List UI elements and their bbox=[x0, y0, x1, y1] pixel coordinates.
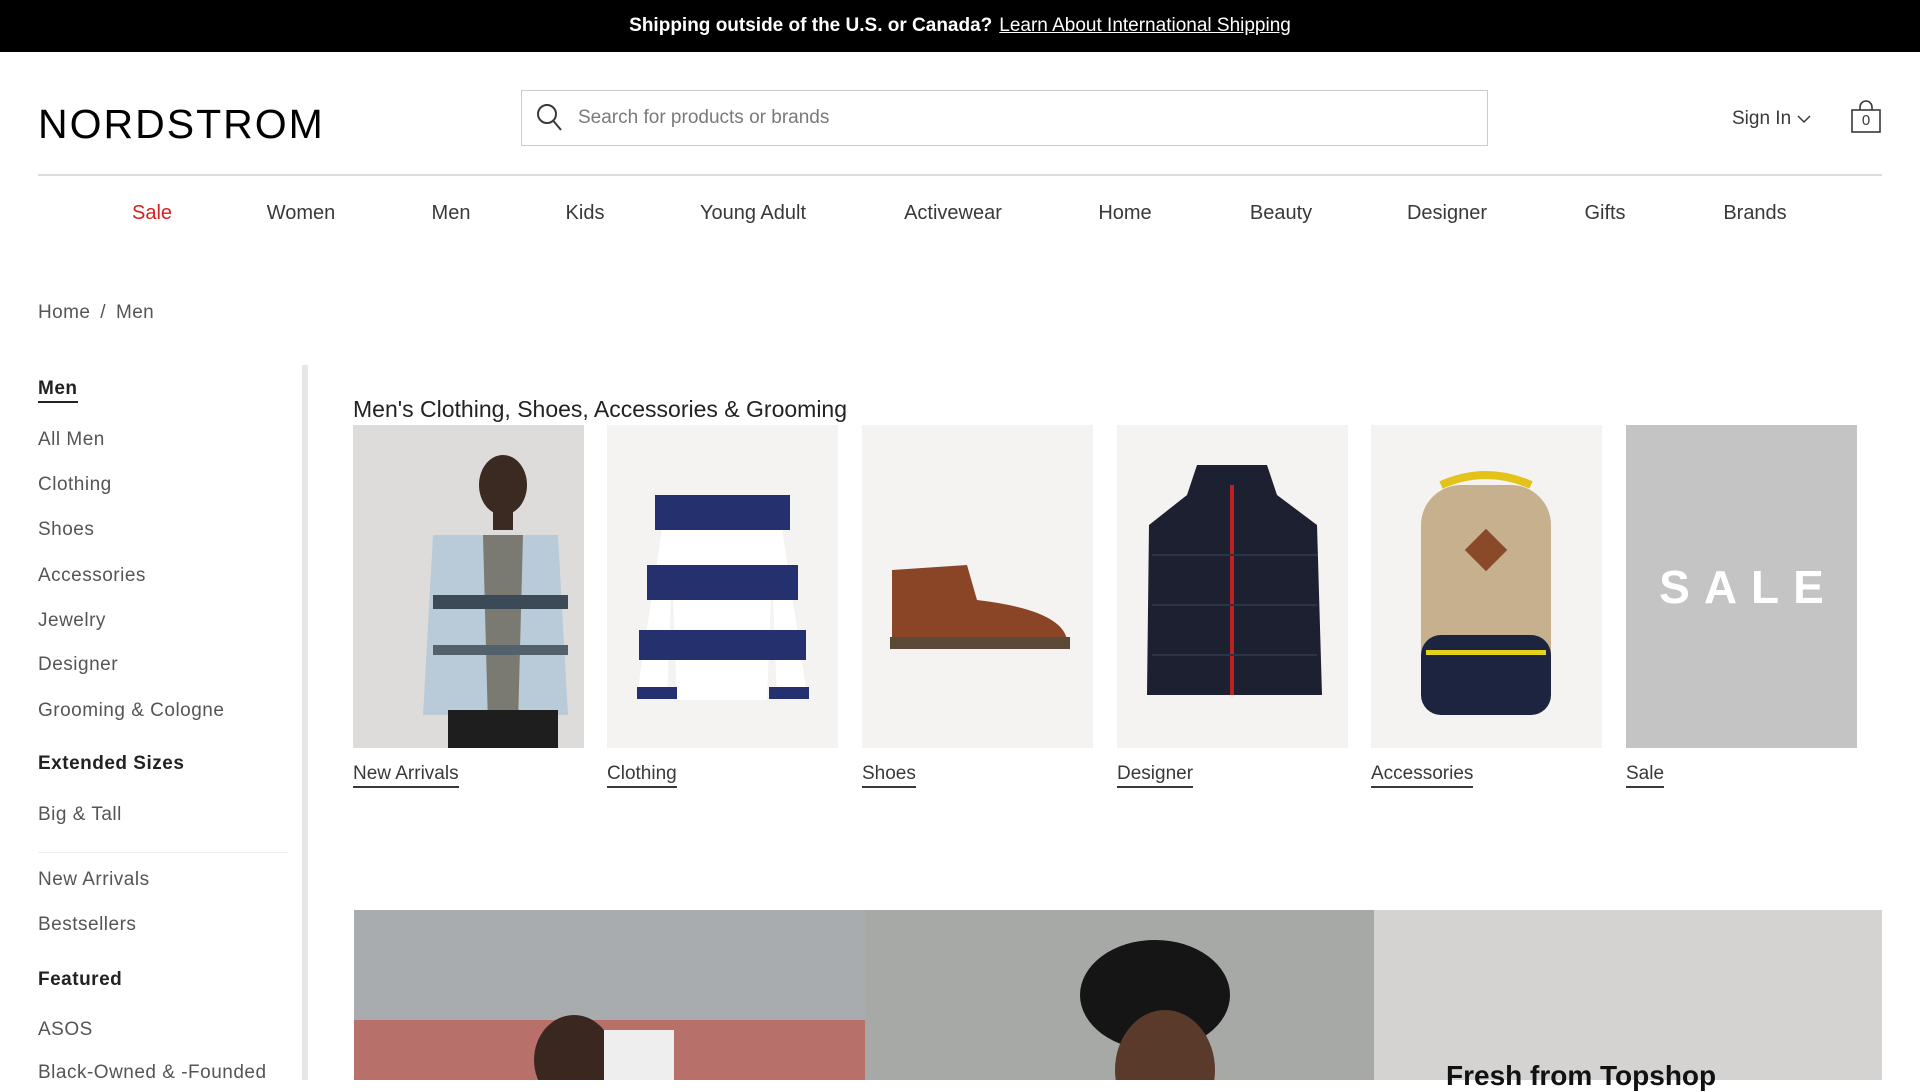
nav-women[interactable]: Women bbox=[267, 202, 336, 225]
promo-image-middle[interactable] bbox=[865, 910, 1374, 1080]
shopping-bag-button[interactable]: 0 bbox=[1850, 100, 1882, 134]
nordstrom-logo[interactable]: NORDSTROM bbox=[38, 104, 325, 145]
sidebar-item-shoes[interactable]: Shoes bbox=[38, 519, 94, 541]
model-portrait-image bbox=[1080, 940, 1230, 1080]
tile-new-arrivals-image[interactable] bbox=[353, 425, 584, 748]
nav-men[interactable]: Men bbox=[432, 202, 471, 225]
backpack-image bbox=[1421, 471, 1551, 715]
search-icon bbox=[537, 104, 562, 131]
sidebar-item-grooming[interactable]: Grooming & Cologne bbox=[38, 700, 224, 722]
tile-accessories-link[interactable]: Accessories bbox=[1371, 763, 1474, 788]
sidebar-current-men[interactable]: Men bbox=[38, 378, 78, 403]
breadcrumb-men: Men bbox=[115, 302, 155, 323]
sidebar-item-big-tall[interactable]: Big & Tall bbox=[38, 804, 122, 826]
chevron-down-icon bbox=[1797, 115, 1811, 124]
breadcrumb-separator: / bbox=[100, 302, 106, 323]
model-on-sofa-image bbox=[354, 1015, 865, 1080]
sign-in-button[interactable]: Sign In bbox=[1732, 108, 1811, 130]
shipping-banner-text: Shipping outside of the U.S. or Canada? bbox=[629, 15, 993, 36]
puffer-jacket-image bbox=[1147, 465, 1322, 695]
main-nav: Sale Women Men Kids Young Adult Activewe… bbox=[0, 202, 1920, 228]
search-input[interactable] bbox=[578, 107, 1458, 129]
chukka-boot-image bbox=[890, 565, 1070, 649]
nav-kids[interactable]: Kids bbox=[566, 202, 605, 225]
sidebar-heading-featured: Featured bbox=[38, 969, 123, 990]
sidebar-heading-extended-sizes: Extended Sizes bbox=[38, 753, 185, 774]
nav-home[interactable]: Home bbox=[1098, 202, 1151, 225]
tile-sale-image[interactable]: SALE bbox=[1626, 425, 1857, 748]
tile-sale-link[interactable]: Sale bbox=[1626, 763, 1665, 788]
tile-designer-link[interactable]: Designer bbox=[1117, 763, 1194, 788]
nav-brands[interactable]: Brands bbox=[1723, 202, 1786, 225]
nav-gifts[interactable]: Gifts bbox=[1584, 202, 1625, 225]
sidebar-item-black-owned[interactable]: Black-Owned & -Founded bbox=[38, 1062, 267, 1084]
sidebar-item-jewelry[interactable]: Jewelry bbox=[38, 610, 106, 632]
tile-clothing-image[interactable] bbox=[607, 425, 838, 748]
nav-designer[interactable]: Designer bbox=[1407, 202, 1487, 225]
sidebar-item-designer[interactable]: Designer bbox=[38, 654, 118, 676]
sidebar-item-asos[interactable]: ASOS bbox=[38, 1019, 93, 1041]
sale-image-text: SALE bbox=[1659, 560, 1838, 613]
header-divider bbox=[38, 174, 1882, 176]
nav-activewear[interactable]: Activewear bbox=[904, 202, 1002, 225]
tile-clothing-link[interactable]: Clothing bbox=[607, 763, 677, 788]
tile-new-arrivals-link[interactable]: New Arrivals bbox=[353, 763, 459, 788]
promo-headline: Fresh from Topshop bbox=[1446, 1060, 1717, 1091]
page-heading: Men's Clothing, Shoes, Accessories & Gro… bbox=[353, 396, 848, 422]
promo-image-left[interactable] bbox=[354, 910, 865, 1080]
model-jacket-image bbox=[423, 455, 568, 748]
sidebar-divider bbox=[302, 365, 308, 1080]
tile-shoes-link[interactable]: Shoes bbox=[862, 763, 916, 788]
international-shipping-link[interactable]: Learn About International Shipping bbox=[999, 15, 1291, 37]
sidebar-item-clothing[interactable]: Clothing bbox=[38, 474, 112, 496]
shipping-banner: Shipping outside of the U.S. or Canada? … bbox=[0, 0, 1920, 52]
search-bar[interactable] bbox=[521, 90, 1488, 146]
nav-beauty[interactable]: Beauty bbox=[1250, 202, 1312, 225]
sidebar-separator bbox=[38, 852, 288, 853]
tile-shoes-image[interactable] bbox=[862, 425, 1093, 748]
sidebar-item-accessories[interactable]: Accessories bbox=[38, 565, 146, 587]
sidebar-item-bestsellers[interactable]: Bestsellers bbox=[38, 914, 136, 936]
nav-sale[interactable]: Sale bbox=[132, 202, 172, 225]
promo-panel-right[interactable] bbox=[1374, 910, 1882, 1080]
striped-sweater-image bbox=[637, 495, 809, 700]
sidebar-item-all-men[interactable]: All Men bbox=[38, 429, 105, 451]
nav-young-adult[interactable]: Young Adult bbox=[700, 202, 806, 225]
tile-designer-image[interactable] bbox=[1117, 425, 1348, 748]
sidebar-item-new-arrivals[interactable]: New Arrivals bbox=[38, 869, 150, 891]
breadcrumb-home[interactable]: Home bbox=[38, 302, 90, 323]
bag-count: 0 bbox=[1861, 112, 1871, 129]
sign-in-label: Sign In bbox=[1732, 108, 1792, 129]
breadcrumb: Home / Men bbox=[38, 302, 164, 324]
tile-accessories-image[interactable] bbox=[1371, 425, 1602, 748]
